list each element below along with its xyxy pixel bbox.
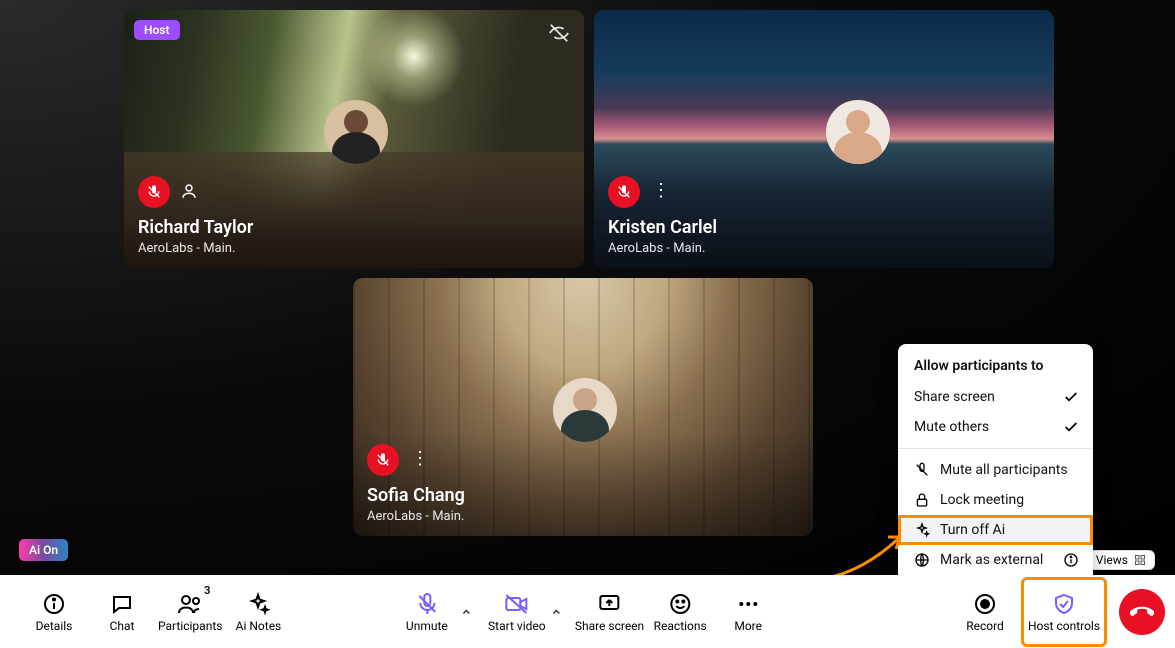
share-screen-icon [598,591,622,617]
participant-tile-richard[interactable]: Host Richard Taylor AeroLabs - Main. [124,10,584,268]
more-button[interactable]: More [716,582,780,642]
phone-icon [1130,600,1154,624]
lock-icon [914,492,930,508]
globe-icon [914,552,930,568]
participant-subtitle: AeroLabs - Main. [138,241,235,256]
mic-muted-icon [138,176,170,208]
participant-tile-sofia[interactable]: ⋮ Sofia Chang AeroLabs - Main. [353,278,813,536]
mic-muted-icon [608,176,640,208]
menu-item-mute-all[interactable]: Mute all participants [898,455,1093,485]
host-controls-highlight: Host controls [1021,577,1107,647]
participant-tile-kristen[interactable]: ⋮ Kristen Carlel AeroLabs - Main. [594,10,1054,268]
avatar [324,100,388,164]
video-off-icon [548,22,570,44]
participant-subtitle: AeroLabs - Main. [608,241,705,256]
menu-item-lock-meeting[interactable]: Lock meeting [898,485,1093,515]
menu-separator [898,448,1093,449]
participant-name: Sofia Chang [367,485,465,506]
mic-off-icon [914,462,930,478]
details-button[interactable]: Details [22,582,86,642]
participant-name: Kristen Carlel [608,217,717,238]
participant-name: Richard Taylor [138,217,253,238]
chat-button[interactable]: Chat [90,582,154,642]
video-chevron[interactable] [547,582,565,642]
host-controls-button[interactable]: Host controls [1026,582,1102,642]
video-off-icon [504,591,530,617]
reactions-button[interactable]: Reactions [648,582,712,642]
menu-item-mark-external[interactable]: Mark as external [898,545,1093,575]
record-button[interactable]: Record [953,582,1017,642]
smile-icon [668,591,692,617]
toolbar: Details Chat 3 Participants Ai Notes Unm… [0,575,1175,648]
ai-on-badge: Ai On [19,539,68,561]
host-controls-menu: Allow participants to Share screen Mute … [898,344,1093,583]
participant-subtitle: AeroLabs - Main. [367,509,464,524]
check-icon [1063,419,1079,435]
hangup-button[interactable] [1119,589,1165,635]
mic-muted-icon [367,444,399,476]
unmute-chevron[interactable] [457,582,475,642]
menu-item-turn-off-ai[interactable]: Turn off Ai [898,515,1093,545]
info-icon [42,591,66,617]
avatar [826,100,890,164]
share-screen-button[interactable]: Share screen [575,582,644,642]
people-icon [177,591,203,617]
record-icon [973,591,997,617]
views-button[interactable]: Views [1087,550,1155,570]
menu-title: Allow participants to [898,354,1093,382]
unmute-button[interactable]: Unmute [395,582,459,642]
grid-icon [1134,554,1146,566]
views-label: Views [1096,553,1128,567]
kebab-icon[interactable]: ⋮ [411,450,429,468]
kebab-icon[interactable]: ⋮ [652,182,670,200]
mic-off-icon [415,591,439,617]
check-icon [1063,389,1079,405]
menu-item-share-screen[interactable]: Share screen [898,382,1093,412]
menu-item-mute-others[interactable]: Mute others [898,412,1093,442]
ai-notes-button[interactable]: Ai Notes [226,582,290,642]
sparkle-icon [914,522,930,538]
sparkle-icon [246,591,270,617]
participants-button[interactable]: 3 Participants [158,582,222,642]
chat-icon [110,591,134,617]
avatar [553,378,617,442]
shield-icon [1052,591,1076,617]
person-icon [180,182,198,200]
start-video-button[interactable]: Start video [485,582,549,642]
more-icon [736,591,760,617]
host-badge: Host [134,20,180,40]
participants-count: 3 [204,584,210,597]
info-icon [1063,552,1079,568]
